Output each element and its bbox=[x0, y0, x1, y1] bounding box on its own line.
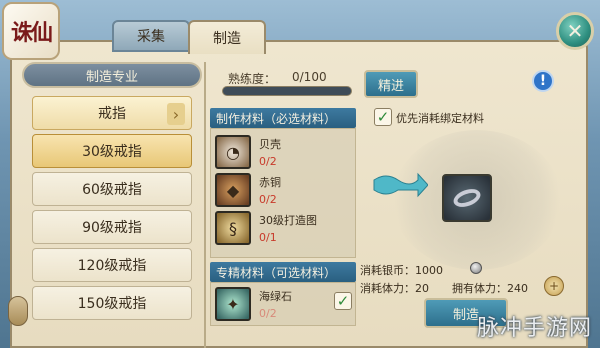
material-name: 赤铜 bbox=[259, 176, 281, 189]
special-materials-header: 专精材料（可选材料） bbox=[210, 262, 356, 282]
material-count: 0/2 bbox=[259, 193, 277, 206]
category-ring-120[interactable]: 120级戒指 bbox=[32, 248, 192, 282]
category-ring-30[interactable]: 30级戒指 bbox=[32, 134, 192, 168]
material-row[interactable]: ◔ 贝壳 0/2 bbox=[211, 133, 355, 171]
material-row[interactable]: § 30级打造图 0/1 bbox=[211, 209, 355, 247]
product-slot[interactable] bbox=[442, 174, 492, 222]
ring-icon bbox=[451, 185, 483, 211]
material-count: 0/1 bbox=[259, 231, 277, 244]
category-label: 90级戒指 bbox=[82, 220, 142, 236]
list-scroll-handle[interactable] bbox=[8, 296, 28, 326]
prefer-bound-label: 优先消耗绑定材料 bbox=[396, 112, 484, 125]
prefer-bound-checkbox[interactable]: ✓ bbox=[374, 108, 392, 126]
material-name: 海绿石 bbox=[259, 290, 292, 303]
profession-header: 制造专业 bbox=[22, 62, 202, 88]
special-material-checkbox[interactable]: ✓ bbox=[334, 292, 352, 310]
close-button[interactable]: ✕ bbox=[556, 12, 594, 50]
close-icon: ✕ bbox=[566, 19, 584, 43]
category-label: 30级戒指 bbox=[82, 144, 142, 160]
proficiency-value: 0/100 bbox=[292, 70, 327, 84]
column-divider bbox=[204, 62, 206, 348]
scroll-icon: § bbox=[215, 211, 251, 245]
required-materials-header: 制作材料（必选材料） bbox=[210, 108, 356, 128]
silver-cost: 消耗银币：1000 bbox=[360, 264, 443, 277]
proficiency-label: 熟练度： bbox=[228, 72, 277, 86]
watermark: 脉冲手游网 bbox=[476, 316, 592, 341]
refine-button[interactable]: 精进 bbox=[364, 70, 418, 98]
tab-craft[interactable]: 制造 bbox=[188, 20, 266, 54]
tab-gather[interactable]: 采集 bbox=[112, 20, 190, 52]
category-label: 120级戒指 bbox=[77, 258, 147, 274]
game-logo: 诛仙 bbox=[2, 2, 60, 60]
arrow-wave-icon bbox=[373, 172, 428, 198]
silver-coin-icon bbox=[470, 262, 482, 274]
shell-icon: ◔ bbox=[215, 135, 251, 169]
category-ring-90[interactable]: 90级戒指 bbox=[32, 210, 192, 244]
category-label: 60级戒指 bbox=[82, 182, 142, 198]
material-count: 0/2 bbox=[259, 155, 277, 168]
category-ring-150[interactable]: 150级戒指 bbox=[32, 286, 192, 320]
add-stamina-icon[interactable]: + bbox=[544, 276, 564, 296]
gem-icon: ✦ bbox=[215, 287, 251, 321]
copper-icon: ◆ bbox=[215, 173, 251, 207]
material-row[interactable]: ◆ 赤铜 0/2 bbox=[211, 171, 355, 209]
logo-text: 诛仙 bbox=[10, 20, 53, 46]
category-list: 戒指 › 30级戒指 60级戒指 90级戒指 120级戒指 150级戒指 bbox=[32, 96, 192, 324]
category-ring-60[interactable]: 60级戒指 bbox=[32, 172, 192, 206]
checkmark-icon: ✓ bbox=[376, 108, 390, 126]
checkmark-icon: ✓ bbox=[336, 292, 350, 310]
chevron-right-icon: › bbox=[167, 103, 185, 125]
game-screen: 诛仙 采集 制造 ✕ 制造专业 戒指 › 30级戒指 60级戒指 90级戒指 1… bbox=[0, 0, 600, 348]
material-count: 0/2 bbox=[259, 307, 277, 320]
material-name: 贝壳 bbox=[259, 138, 281, 151]
category-label: 150级戒指 bbox=[77, 296, 147, 312]
category-label: 戒指 bbox=[98, 106, 126, 122]
category-ring[interactable]: 戒指 › bbox=[32, 96, 192, 130]
stamina-cost: 消耗体力：20 bbox=[360, 282, 429, 295]
info-icon[interactable]: ! bbox=[532, 70, 554, 92]
owned-stamina: 拥有体力：240 bbox=[452, 282, 528, 295]
required-materials-list: ◔ 贝壳 0/2 ◆ 赤铜 0/2 § 30级打造图 0/1 bbox=[210, 128, 356, 258]
proficiency-bar bbox=[222, 86, 352, 96]
material-name: 30级打造图 bbox=[259, 214, 317, 227]
